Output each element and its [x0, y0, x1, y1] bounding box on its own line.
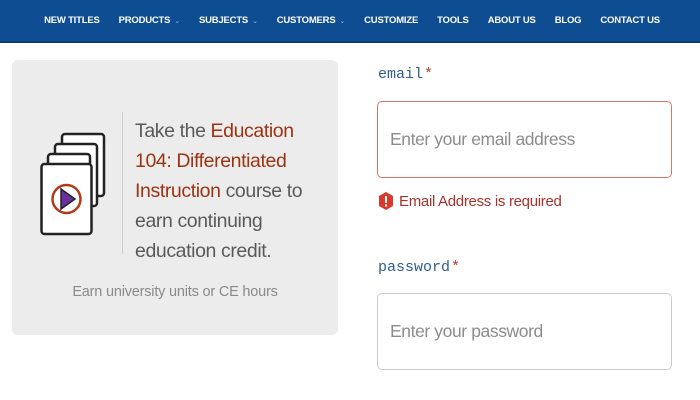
nav-list: NEW TITLES PRODUCTS ⌄ SUBJECTS ⌄ CUSTOMERS…	[31, 15, 670, 26]
password-field-wrapper	[377, 293, 672, 370]
nav-item-label: CUSTOMIZE	[364, 15, 419, 26]
video-stack-icon	[40, 132, 106, 236]
email-field[interactable]	[378, 102, 671, 177]
required-asterisk: *	[451, 259, 461, 276]
course-description: Take the Education 104: Differentiated I…	[135, 116, 335, 266]
required-asterisk: *	[424, 66, 434, 83]
password-field[interactable]	[378, 294, 671, 369]
error-icon	[379, 192, 393, 210]
email-error: Email Address is required	[378, 191, 562, 211]
nav-item-blog[interactable]: BLOG	[555, 15, 582, 26]
email-label-text: email	[378, 66, 424, 83]
nav-item-label: CUSTOMERS	[276, 15, 336, 26]
nav-item-products[interactable]: PRODUCTS ⌄	[118, 15, 181, 26]
nav-item-label: TOOLS	[437, 15, 469, 26]
nav-item-subjects[interactable]: SUBJECTS ⌄	[199, 15, 258, 26]
email-label: email*	[378, 66, 433, 83]
top-navigation: NEW TITLES PRODUCTS ⌄ SUBJECTS ⌄ CUSTOMERS…	[0, 0, 700, 43]
nav-item-label: NEW TITLES	[44, 15, 100, 26]
nav-item-label: BLOG	[554, 15, 582, 26]
nav-item-customers[interactable]: CUSTOMERS ⌄	[276, 15, 346, 26]
password-label-text: password	[378, 259, 451, 276]
nav-item-label: ABOUT US	[487, 15, 536, 26]
card-footer-text: Earn university units or CE hours	[72, 284, 278, 300]
card-divider	[122, 112, 123, 254]
chevron-down-icon: ⌄	[252, 17, 258, 25]
password-label: password*	[378, 259, 460, 276]
email-field-wrapper	[377, 101, 672, 178]
nav-item-customize[interactable]: CUSTOMIZE	[364, 15, 418, 26]
email-error-text: Email Address is required	[399, 192, 562, 210]
course-text-before: Take the	[135, 120, 211, 142]
nav-item-tools[interactable]: TOOLS	[437, 15, 469, 26]
nav-item-contact-us[interactable]: CONTACT US	[600, 15, 660, 26]
nav-item-label: CONTACT US	[600, 15, 660, 26]
nav-item-about-us[interactable]: ABOUT US	[488, 15, 536, 26]
nav-item-label: SUBJECTS	[198, 15, 249, 26]
chevron-down-icon: ⌄	[174, 17, 180, 25]
nav-item-new-titles[interactable]: NEW TITLES	[44, 15, 100, 26]
nav-item-label: PRODUCTS	[118, 15, 171, 26]
chevron-down-icon: ⌄	[339, 17, 346, 25]
course-promo-card: Take the Education 104: Differentiated I…	[12, 60, 338, 335]
